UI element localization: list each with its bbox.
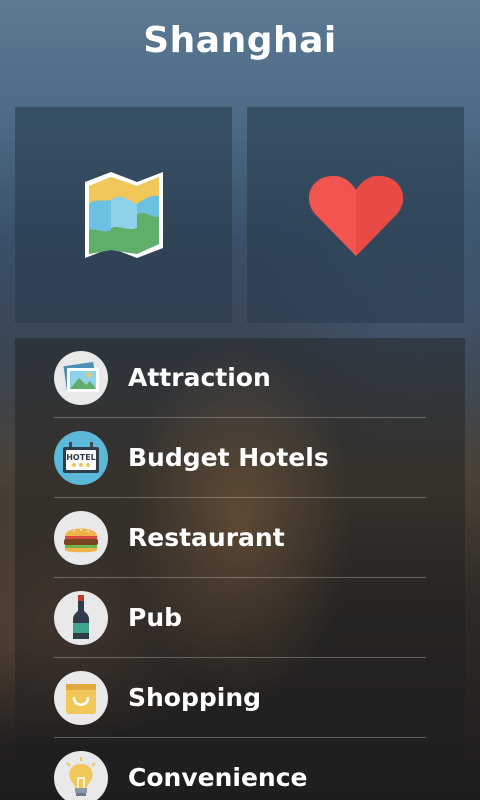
menu-item-label: Pub [128, 603, 183, 632]
favorites-tile-button[interactable] [247, 107, 464, 323]
menu-item-label: Attraction [128, 363, 271, 392]
page-title: Shanghai [143, 20, 337, 61]
menu-item-budget-hotels[interactable]: HOTEL Budget Hotels [54, 418, 426, 498]
menu-item-convenience[interactable]: Convenience [54, 738, 426, 800]
map-tile-button[interactable] [15, 107, 232, 323]
burger-icon [54, 510, 108, 565]
wine-bottle-icon [54, 590, 108, 645]
menu-item-label: Budget Hotels [128, 443, 329, 472]
picture-icon [54, 350, 108, 405]
shopping-bag-icon [54, 670, 108, 725]
menu-item-label: Restaurant [128, 523, 285, 552]
lightbulb-icon [54, 750, 108, 800]
menu-item-label: Convenience [128, 763, 308, 792]
menu-item-shopping[interactable]: Shopping [54, 658, 426, 738]
menu-item-pub[interactable]: Pub [54, 578, 426, 658]
heart-icon [308, 175, 403, 256]
hotel-sign-icon: HOTEL [54, 430, 108, 485]
menu-item-label: Shopping [128, 683, 262, 712]
map-icon [84, 172, 163, 258]
hotel-sign-text: HOTEL [66, 453, 96, 462]
menu-item-restaurant[interactable]: Restaurant [54, 498, 426, 578]
menu-item-attraction[interactable]: Attraction [54, 338, 426, 418]
category-menu: Attraction HOTEL Budget Hotels Restauran… [15, 338, 465, 800]
